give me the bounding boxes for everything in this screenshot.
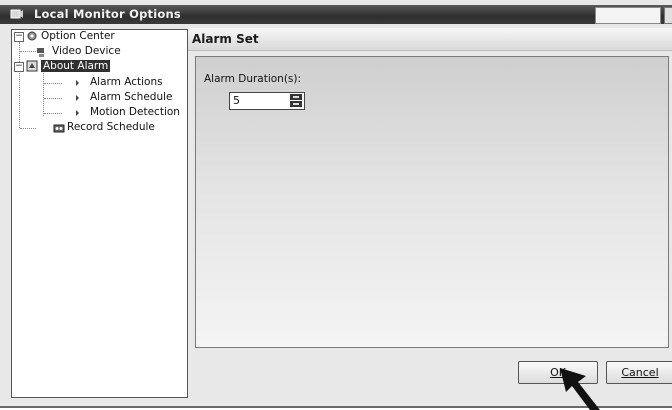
alarm-duration-stepper[interactable]: 5 bbox=[229, 92, 305, 110]
window-title: Local Monitor Options bbox=[34, 7, 181, 21]
tree-item-record-schedule[interactable]: Record Schedule bbox=[12, 121, 182, 135]
bullet-icon bbox=[76, 80, 79, 86]
tree-item-label: Alarm Actions bbox=[90, 76, 163, 88]
title-bar-button[interactable] bbox=[664, 7, 672, 24]
title-bar: Local Monitor Options bbox=[0, 5, 672, 24]
camera-icon bbox=[37, 48, 44, 57]
tree-item-alarm-actions[interactable]: Alarm Actions bbox=[12, 76, 182, 90]
tree-item-label: Record Schedule bbox=[67, 121, 155, 133]
bullet-icon bbox=[76, 110, 79, 116]
decrement-button[interactable] bbox=[290, 101, 302, 107]
panel-header: Alarm Set bbox=[188, 28, 672, 51]
pointer-arrow-icon bbox=[560, 368, 600, 410]
options-tree: − Option Center Video Device − About Ala… bbox=[11, 29, 188, 398]
gear-icon bbox=[27, 31, 37, 41]
bullet-icon bbox=[76, 95, 79, 101]
tree-item-option-center[interactable]: − Option Center bbox=[12, 30, 182, 44]
record-icon bbox=[53, 124, 65, 133]
app-icon bbox=[10, 9, 23, 19]
collapse-toggle[interactable]: − bbox=[14, 62, 24, 72]
alarm-duration-label: Alarm Duration(s): bbox=[204, 73, 302, 85]
local-monitor-options-window: Local Monitor Options − Option Center Vi… bbox=[0, 0, 672, 410]
page-title: Alarm Set bbox=[192, 32, 259, 46]
tree-item-label: Alarm Schedule bbox=[90, 91, 173, 103]
tree-item-video-device[interactable]: Video Device bbox=[12, 45, 182, 59]
cancel-button[interactable]: Cancel bbox=[606, 361, 672, 384]
tree-item-label: Video Device bbox=[52, 45, 121, 57]
tree-item-motion-detection[interactable]: Motion Detection bbox=[12, 106, 182, 120]
alarm-icon bbox=[26, 60, 38, 72]
tree-item-about-alarm[interactable]: − About Alarm bbox=[12, 60, 182, 74]
collapse-toggle[interactable]: − bbox=[14, 32, 24, 42]
alarm-duration-value[interactable]: 5 bbox=[233, 94, 240, 107]
increment-button[interactable] bbox=[290, 94, 302, 100]
tree-item-label: About Alarm bbox=[41, 60, 111, 72]
cancel-button-label: Cancel bbox=[621, 366, 659, 379]
tree-item-label: Option Center bbox=[41, 30, 115, 42]
title-bar-field bbox=[595, 7, 661, 24]
tree-item-label: Motion Detection bbox=[90, 106, 180, 118]
tree-item-alarm-schedule[interactable]: Alarm Schedule bbox=[12, 91, 182, 105]
alarm-settings-panel: Alarm Duration(s): 5 bbox=[195, 56, 669, 348]
